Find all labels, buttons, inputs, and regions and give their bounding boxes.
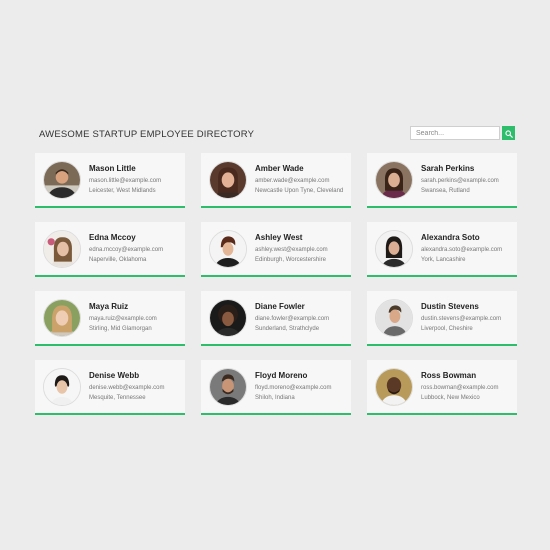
- employee-name: Denise Webb: [89, 371, 140, 380]
- employee-card[interactable]: Alexandra Soto alexandra.soto@example.co…: [367, 222, 517, 277]
- employee-location: Swansea, Rutland: [421, 188, 470, 194]
- employee-card[interactable]: Amber Wade amber.wade@example.com Newcas…: [201, 153, 351, 208]
- employee-location: Naperville, Oklahoma: [89, 257, 147, 263]
- employee-location: Mesquite, Tennessee: [89, 395, 146, 401]
- avatar: [375, 161, 413, 199]
- avatar: [209, 230, 247, 268]
- employee-location: York, Lancashire: [421, 257, 466, 263]
- employee-card[interactable]: Ashley West ashley.west@example.com Edin…: [201, 222, 351, 277]
- avatar: [43, 368, 81, 406]
- employee-name: Dustin Stevens: [421, 302, 479, 311]
- employee-card[interactable]: Maya Ruiz maya.ruiz@example.com Stirling…: [35, 291, 185, 346]
- employee-email: floyd.moreno@example.com: [255, 385, 332, 391]
- avatar: [43, 299, 81, 337]
- employee-name: Alexandra Soto: [421, 233, 480, 242]
- employee-card[interactable]: Sarah Perkins sarah.perkins@example.com …: [367, 153, 517, 208]
- search-button[interactable]: [502, 126, 515, 140]
- employee-location: Stirling, Mid Glamorgan: [89, 326, 152, 332]
- employee-email: edna.mccoy@example.com: [89, 247, 164, 253]
- employee-email: diane.fowler@example.com: [255, 316, 330, 322]
- avatar: [209, 299, 247, 337]
- employee-card[interactable]: Diane Fowler diane.fowler@example.com Su…: [201, 291, 351, 346]
- employee-location: Leicester, West Midlands: [89, 188, 156, 194]
- employee-email: sarah.perkins@example.com: [421, 178, 499, 184]
- search-icon: [504, 126, 513, 141]
- employee-card[interactable]: Edna Mccoy edna.mccoy@example.com Naperv…: [35, 222, 185, 277]
- employee-name: Ross Bowman: [421, 371, 477, 380]
- employee-name: Diane Fowler: [255, 302, 305, 311]
- page-title: AWESOME STARTUP EMPLOYEE DIRECTORY: [39, 129, 255, 140]
- employee-name: Ashley West: [255, 233, 303, 242]
- avatar: [375, 299, 413, 337]
- employee-name: Maya Ruiz: [89, 302, 129, 311]
- avatar: [43, 230, 81, 268]
- avatar: [209, 161, 247, 199]
- employee-location: Liverpool, Cheshire: [421, 326, 473, 332]
- employee-email: dustin.stevens@example.com: [421, 316, 502, 322]
- search-input[interactable]: [410, 126, 500, 140]
- employee-name: Sarah Perkins: [421, 164, 475, 173]
- employee-card[interactable]: Mason Little mason.little@example.com Le…: [35, 153, 185, 208]
- employee-location: Newcastle Upon Tyne, Cleveland: [255, 188, 344, 194]
- employee-email: alexandra.soto@example.com: [421, 247, 503, 253]
- employee-email: ashley.west@example.com: [255, 247, 328, 253]
- employee-location: Lubbock, New Mexico: [421, 395, 480, 401]
- employee-location: Edinburgh, Worcestershire: [255, 257, 326, 263]
- employee-card[interactable]: Denise Webb denise.webb@example.com Mesq…: [35, 360, 185, 415]
- avatar: [375, 368, 413, 406]
- employee-email: ross.bowman@example.com: [421, 385, 499, 391]
- avatar: [375, 230, 413, 268]
- employee-card[interactable]: Ross Bowman ross.bowman@example.com Lubb…: [367, 360, 517, 415]
- employee-name: Mason Little: [89, 164, 136, 173]
- employee-email: amber.wade@example.com: [255, 178, 330, 184]
- employee-location: Sunderland, Strathclyde: [255, 326, 320, 332]
- employee-card[interactable]: Floyd Moreno floyd.moreno@example.com Sh…: [201, 360, 351, 415]
- employee-email: maya.ruiz@example.com: [89, 316, 157, 322]
- directory-header: AWESOME STARTUP EMPLOYEE DIRECTORY: [35, 126, 515, 142]
- avatar: [209, 368, 247, 406]
- employee-grid: Mason Little mason.little@example.com Le…: [35, 153, 517, 415]
- employee-email: denise.webb@example.com: [89, 385, 165, 391]
- employee-name: Amber Wade: [255, 164, 304, 173]
- avatar: [43, 161, 81, 199]
- employee-name: Edna Mccoy: [89, 233, 136, 242]
- employee-email: mason.little@example.com: [89, 178, 162, 184]
- employee-card[interactable]: Dustin Stevens dustin.stevens@example.co…: [367, 291, 517, 346]
- employee-location: Shiloh, Indiana: [255, 395, 295, 401]
- employee-name: Floyd Moreno: [255, 371, 308, 380]
